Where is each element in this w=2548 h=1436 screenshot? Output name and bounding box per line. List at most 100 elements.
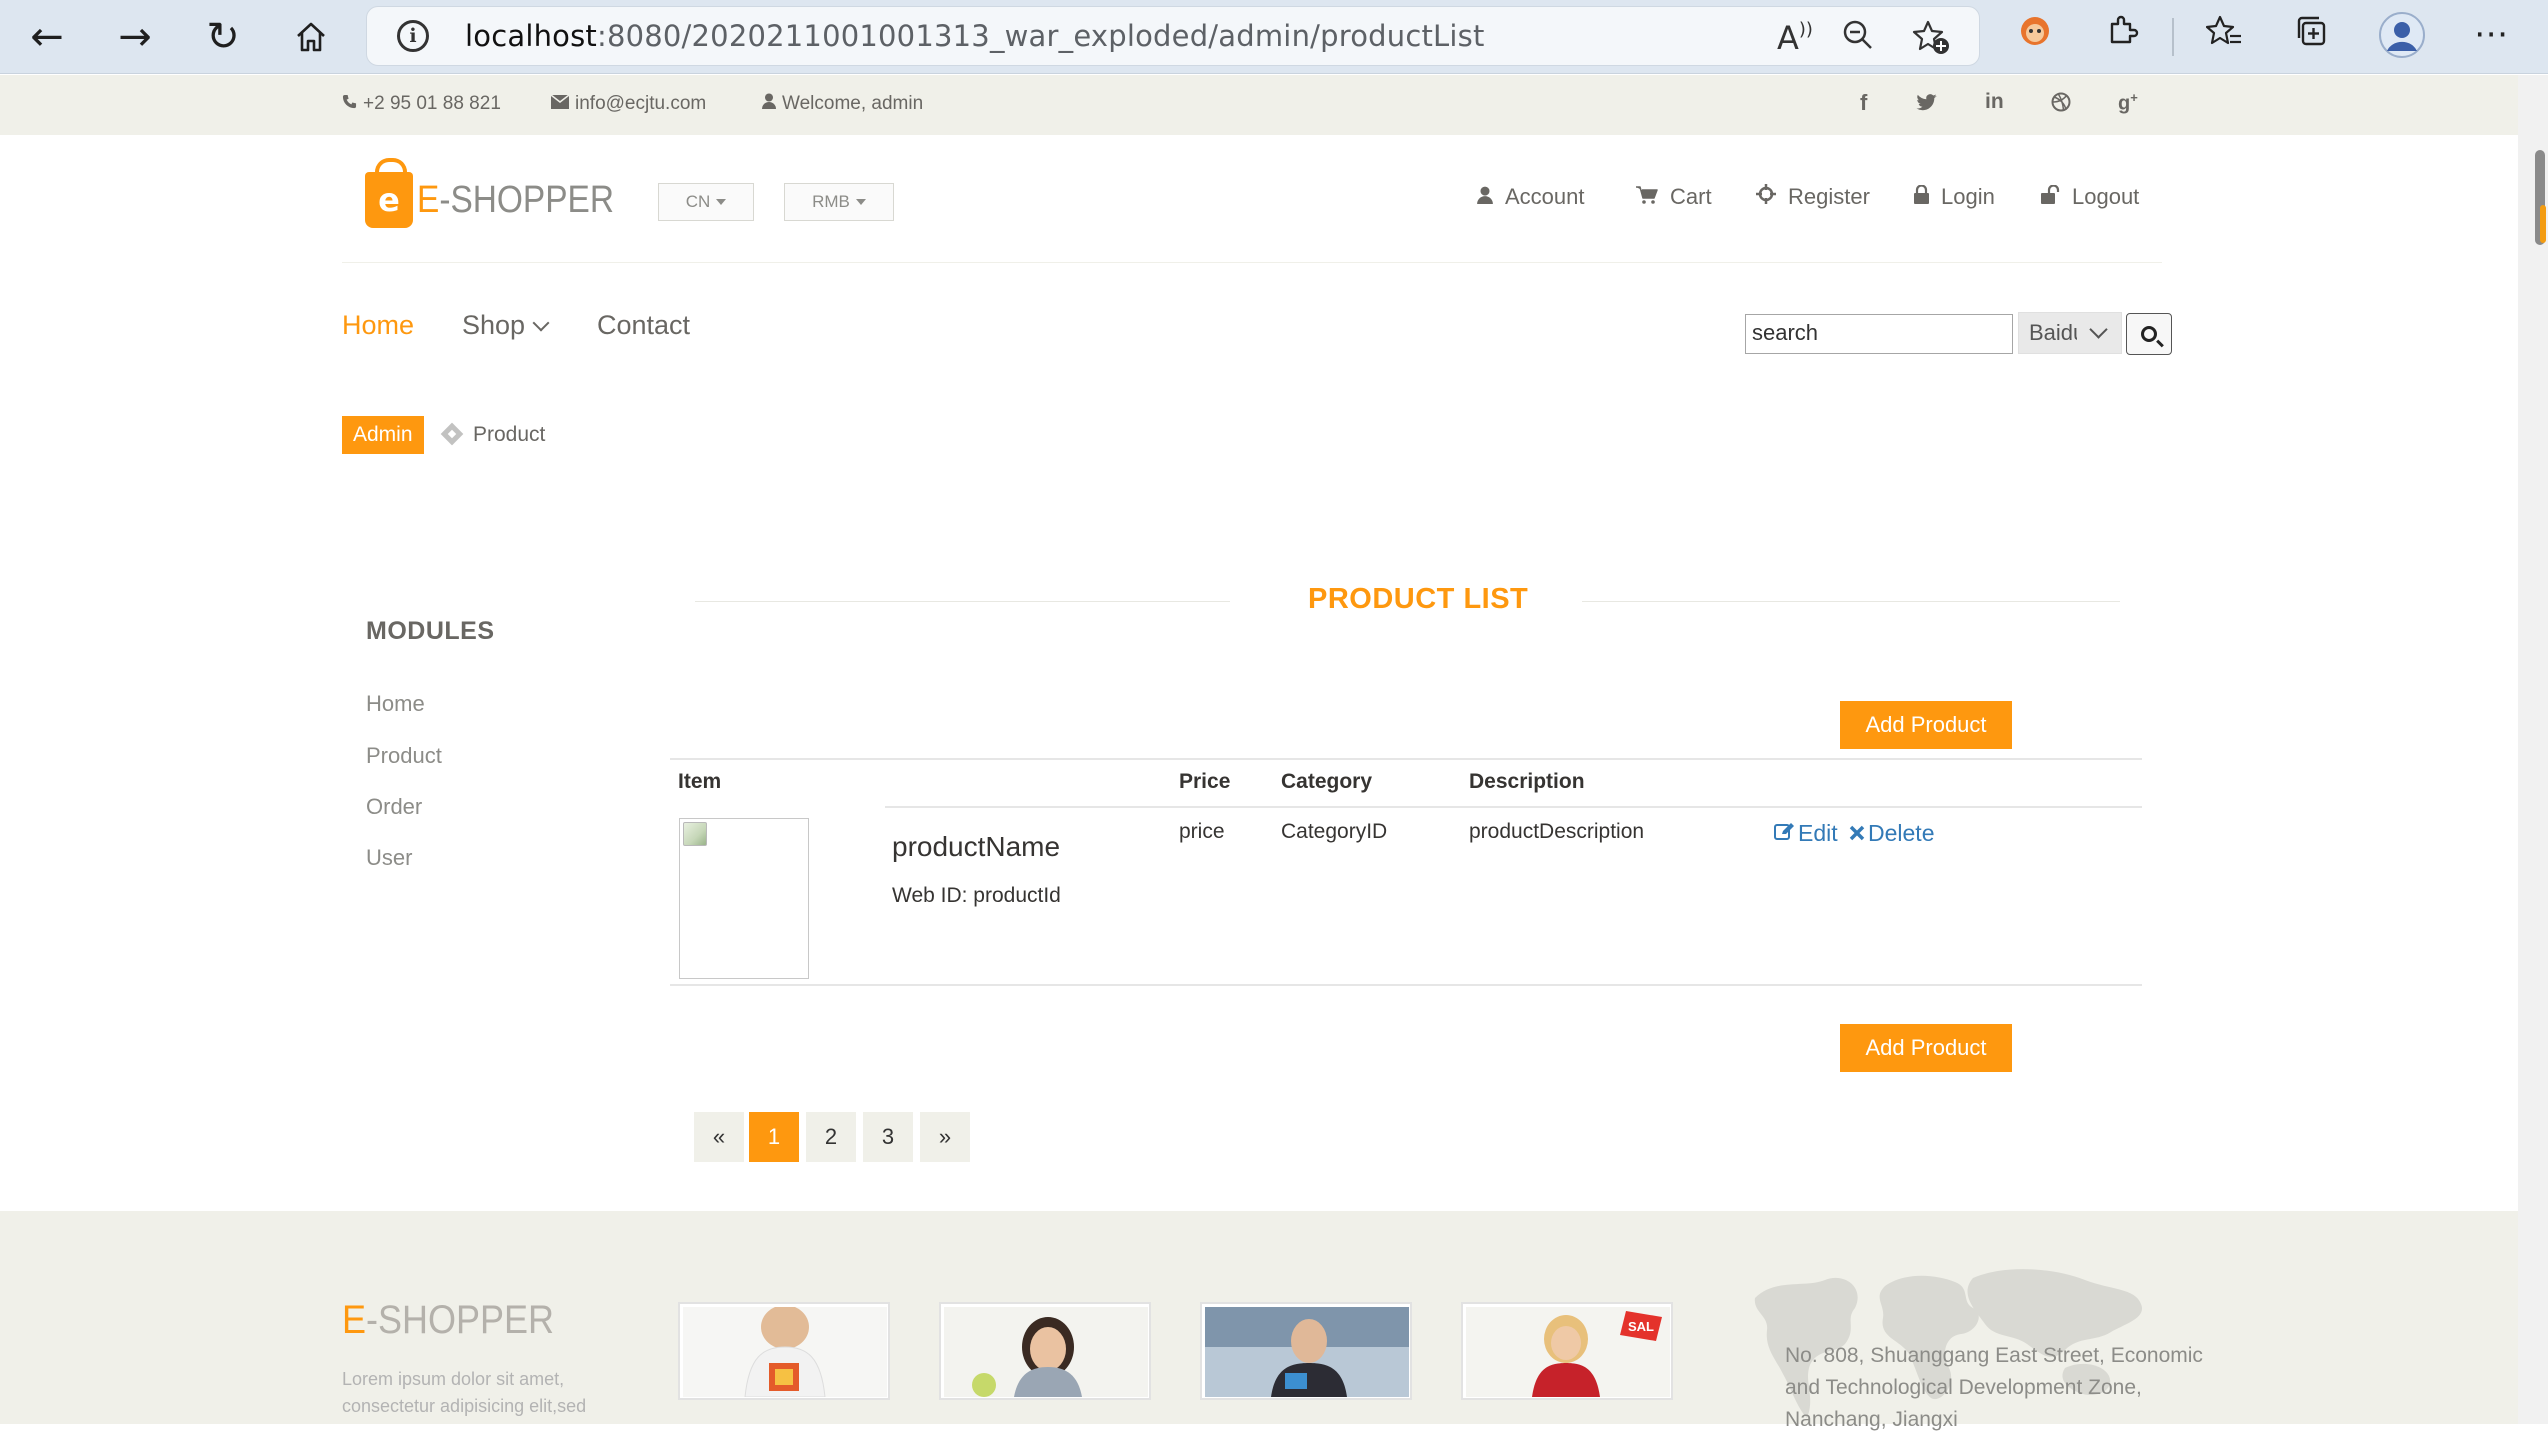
forward-icon[interactable]: → — [108, 10, 162, 64]
contact-bar: +2 95 01 88 821 info@ecjtu.com Welcome, … — [0, 75, 2518, 135]
product-price: price — [1179, 820, 1225, 843]
url-text[interactable]: localhost:8080/2020211001001313_war_expl… — [465, 19, 1485, 53]
scrollbar-find-marker — [2540, 205, 2546, 243]
user-icon — [762, 93, 776, 115]
caret-down-icon — [716, 199, 727, 205]
add-product-button-top[interactable]: Add Product — [1840, 701, 2012, 749]
unlock-icon — [2041, 184, 2060, 210]
mainnav-contact[interactable]: Contact — [597, 310, 690, 341]
breadcrumb-admin[interactable]: Admin — [342, 416, 424, 454]
title-rule-right — [1582, 601, 2120, 602]
site-logo[interactable]: e E-SHOPPER — [365, 158, 641, 232]
crosshairs-icon — [1756, 184, 1776, 210]
chevron-down-icon — [532, 314, 550, 331]
footer-address: No. 808, Shuanggang East Street, Economi… — [1785, 1344, 2203, 1431]
facebook-icon[interactable]: f — [1860, 90, 1867, 116]
nav-login[interactable]: Login — [1914, 184, 1995, 210]
user-icon — [1477, 184, 1493, 210]
header-divider — [342, 262, 2162, 263]
breadcrumb-current: Product — [473, 423, 546, 446]
shopping-cart-icon — [1636, 184, 1658, 210]
currency-dropdown[interactable]: RMB — [784, 183, 894, 221]
site-info-icon[interactable]: i — [397, 20, 429, 52]
collections-icon[interactable] — [2294, 14, 2328, 57]
edit-icon — [1774, 820, 1795, 847]
footer-logo: E-SHOPPER — [342, 1298, 555, 1342]
sidebar-item-user[interactable]: User — [366, 845, 412, 871]
table-bottom-border — [670, 984, 2142, 986]
toolbar-divider — [2172, 18, 2174, 56]
product-description: productDescription — [1469, 820, 1645, 843]
favorites-icon[interactable] — [2205, 14, 2242, 57]
column-header-category: Category — [1281, 770, 1373, 793]
extension-monkey-icon[interactable] — [2018, 14, 2052, 57]
search-engine-select[interactable]: Baidu — [2018, 312, 2122, 354]
phone-icon — [342, 93, 357, 115]
google-plus-icon[interactable]: g+ — [2118, 90, 2138, 116]
email-contact: info@ecjtu.com — [550, 93, 706, 115]
footer-video-thumb[interactable] — [678, 1302, 890, 1400]
address-bar[interactable]: i localhost:8080/2020211001001313_war_ex… — [366, 6, 1980, 66]
pagination-page-3[interactable]: 3 — [863, 1112, 913, 1162]
search-icon — [2141, 326, 2157, 342]
pagination-prev[interactable]: « — [694, 1112, 744, 1162]
nav-logout[interactable]: Logout — [2041, 184, 2139, 210]
zoom-out-icon[interactable] — [1842, 19, 1874, 59]
footer-video-thumb[interactable] — [939, 1302, 1151, 1400]
nav-register[interactable]: Register — [1756, 184, 1870, 210]
read-aloud-icon[interactable]: A)) — [1777, 19, 1813, 57]
product-category: CategoryID — [1281, 820, 1388, 843]
mainnav-home[interactable]: Home — [342, 310, 414, 341]
search-input[interactable]: search — [1745, 314, 2013, 354]
footer-description: Lorem ipsum dolor sit amet, consectetur … — [342, 1369, 587, 1416]
refresh-icon[interactable]: ↻ — [196, 10, 250, 64]
chevron-down-icon — [2089, 320, 2108, 339]
pagination-page-2[interactable]: 2 — [806, 1112, 856, 1162]
browser-toolbar: ← → ↻ i localhost:8080/2020211001001313_… — [0, 0, 2548, 74]
breadcrumb-separator-icon — [440, 422, 464, 446]
more-options-icon[interactable]: ⋯ — [2474, 14, 2508, 54]
table-header-border — [670, 806, 2142, 808]
sidebar-item-home[interactable]: Home — [366, 691, 425, 717]
product-name[interactable]: productName — [892, 831, 1060, 863]
sidebar-item-order[interactable]: Order — [366, 794, 422, 820]
title-rule-left — [695, 601, 1230, 602]
nav-cart[interactable]: Cart — [1636, 184, 1712, 210]
column-header-item: Item — [678, 770, 722, 793]
sidebar-item-product[interactable]: Product — [366, 743, 442, 769]
mainnav-shop[interactable]: Shop — [462, 310, 550, 341]
twitter-icon[interactable] — [1916, 92, 1938, 118]
edit-link[interactable]: Edit — [1774, 820, 1838, 847]
phone-contact: +2 95 01 88 821 — [342, 93, 501, 115]
close-icon — [1849, 820, 1865, 847]
add-product-button-bottom[interactable]: Add Product — [1840, 1024, 2012, 1072]
profile-avatar-icon[interactable] — [2378, 11, 2426, 68]
extensions-icon[interactable] — [2106, 14, 2140, 57]
linkedin-icon[interactable]: in — [1985, 90, 2004, 114]
dribbble-icon[interactable] — [2051, 92, 2071, 118]
language-dropdown[interactable]: CN — [658, 183, 754, 221]
table-top-border — [670, 758, 2142, 760]
logo-text: E-SHOPPER — [417, 178, 614, 221]
caret-down-icon — [855, 199, 866, 205]
nav-account[interactable]: Account — [1477, 184, 1585, 210]
broken-image-icon — [683, 822, 707, 846]
column-header-price: Price — [1179, 770, 1231, 793]
shopping-bag-icon: e — [365, 158, 413, 228]
home-icon[interactable] — [284, 10, 338, 64]
footer-video-thumb[interactable] — [1200, 1302, 1412, 1400]
search-button[interactable] — [2126, 313, 2172, 355]
product-image[interactable] — [679, 818, 809, 979]
footer-video-thumb[interactable]: SAL — [1461, 1302, 1673, 1400]
delete-link[interactable]: Delete — [1849, 820, 1934, 847]
add-favorite-icon[interactable] — [1912, 19, 1950, 63]
sidebar-title: MODULES — [366, 617, 495, 645]
back-icon[interactable]: ← — [20, 10, 74, 64]
pagination-page-1[interactable]: 1 — [749, 1112, 799, 1162]
pagination-next[interactable]: » — [920, 1112, 970, 1162]
column-header-description: Description — [1469, 770, 1585, 793]
lock-icon — [1914, 184, 1929, 210]
page-scrollbar[interactable] — [2518, 75, 2548, 1424]
product-web-id: Web ID: productId — [892, 884, 1061, 907]
svg-text:SAL: SAL — [1628, 1319, 1654, 1334]
